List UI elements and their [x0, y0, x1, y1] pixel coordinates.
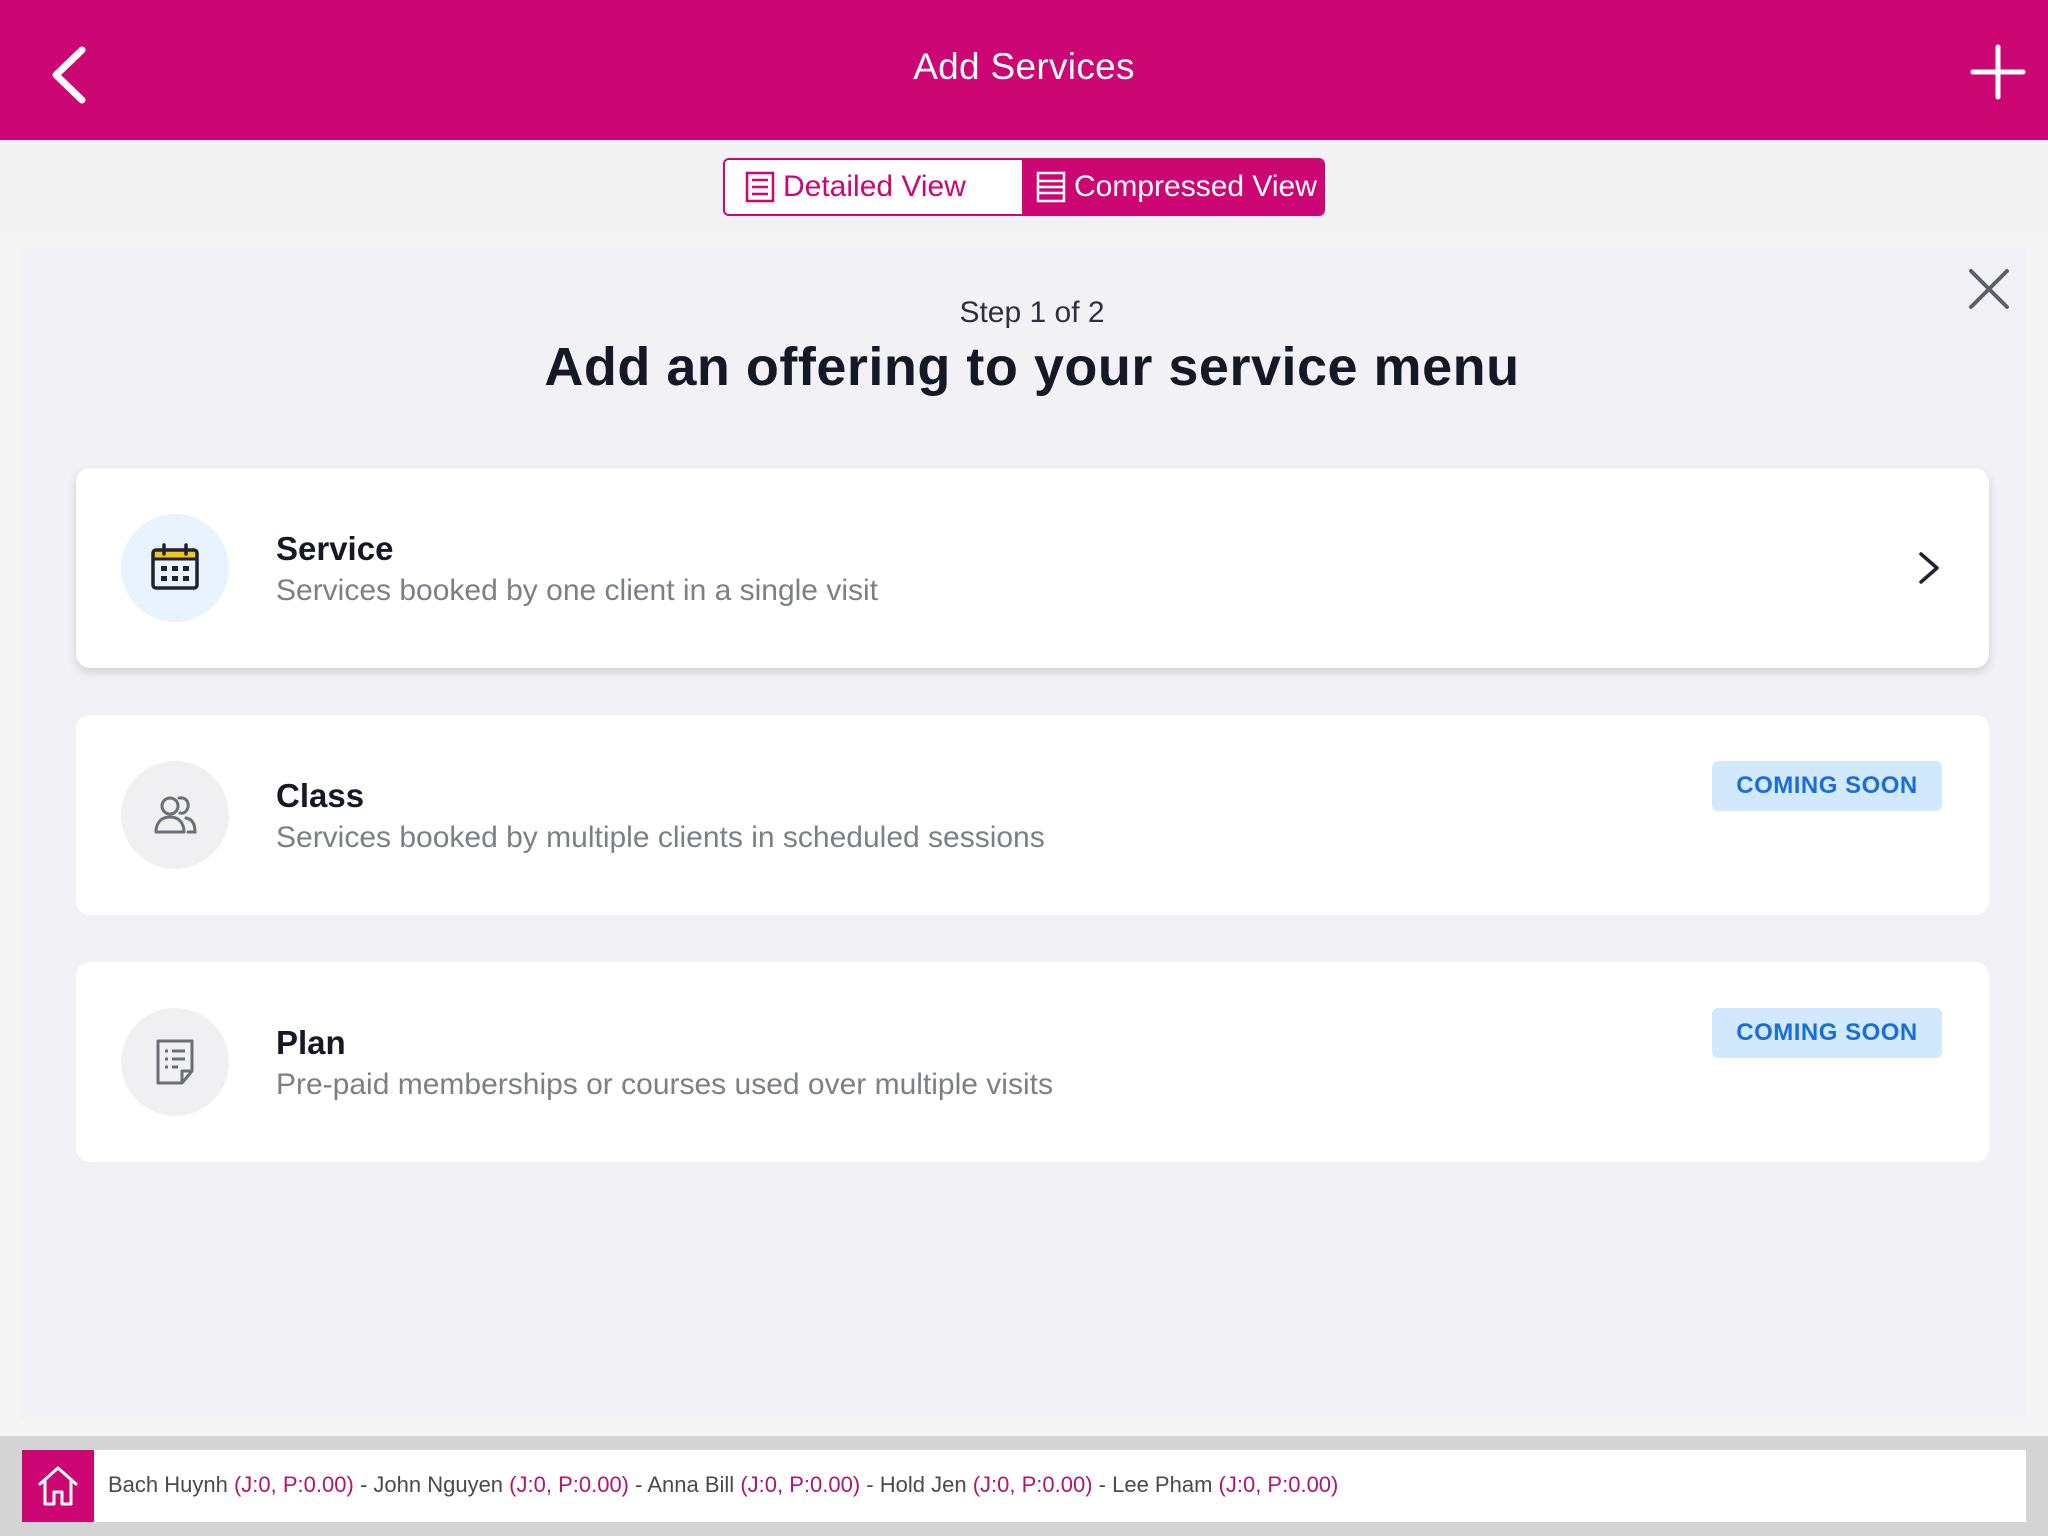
view-toggle-bar: Detailed View Compressed View: [0, 140, 2048, 232]
detailed-view-button[interactable]: Detailed View: [725, 160, 1022, 214]
compressed-view-label: Compressed View: [1074, 170, 1317, 203]
staff-separator: -: [860, 1472, 880, 1497]
staff-stat: (J:0, P:0.00): [972, 1472, 1093, 1497]
option-card-class[interactable]: Class Services booked by multiple client…: [76, 715, 1989, 915]
option-card-service[interactable]: Service Services booked by one client in…: [76, 468, 1989, 668]
document-icon: [156, 1039, 194, 1085]
detailed-view-label: Detailed View: [783, 170, 966, 203]
option-description: Services booked by one client in a singl…: [276, 574, 878, 607]
option-icon-circle: [121, 514, 229, 622]
option-icon-circle: [121, 761, 229, 869]
staff-name: Lee Pham: [1112, 1472, 1213, 1497]
option-icon-circle: [121, 1008, 229, 1116]
coming-soon-badge: COMING SOON: [1712, 1008, 1942, 1058]
staff-bar: Bach Huynh (J:0, P:0.00) - John Nguyen (…: [22, 1450, 2026, 1522]
step-indicator: Step 1 of 2: [959, 296, 1105, 329]
staff-name: John Nguyen: [373, 1472, 504, 1497]
option-title: Class: [276, 777, 365, 814]
staff-stat: (J:0, P:0.00): [1218, 1472, 1339, 1497]
list-view-icon: [745, 171, 775, 203]
option-title: Plan: [276, 1024, 346, 1061]
staff-stat: (J:0, P:0.00): [233, 1472, 354, 1497]
option-description: Services booked by multiple clients in s…: [276, 821, 1045, 854]
add-button[interactable]: [1970, 44, 2026, 100]
option-description: Pre-paid memberships or courses used ove…: [276, 1068, 1053, 1101]
modal-title: Add an offering to your service menu: [544, 337, 1520, 397]
staff-footer: Bach Huynh (J:0, P:0.00) - John Nguyen (…: [0, 1436, 2048, 1536]
chevron-right-icon: [1919, 552, 1939, 584]
staff-name: Bach Huynh: [108, 1472, 228, 1497]
option-card-plan[interactable]: Plan Pre-paid memberships or courses use…: [76, 962, 1989, 1162]
staff-summary: Bach Huynh (J:0, P:0.00) - John Nguyen (…: [108, 1472, 1338, 1498]
staff-stat: (J:0, P:0.00): [509, 1472, 630, 1497]
home-icon: [38, 1466, 78, 1506]
staff-name: Hold Jen: [879, 1472, 967, 1497]
staff-separator: -: [1092, 1472, 1113, 1497]
page-title: Add Services: [913, 46, 1135, 87]
home-button[interactable]: [22, 1450, 94, 1522]
compressed-view-button[interactable]: Compressed View: [1022, 160, 1323, 214]
staff-name: Anna Bill: [647, 1472, 735, 1497]
users-icon: [154, 796, 197, 834]
view-toggle: Detailed View Compressed View: [723, 158, 1325, 216]
staff-separator: -: [629, 1472, 648, 1497]
compressed-view-icon: [1036, 171, 1066, 203]
staff-separator: -: [353, 1472, 374, 1497]
plus-icon: [1970, 44, 2026, 100]
option-title: Service: [276, 530, 394, 567]
calendar-icon: [151, 543, 199, 590]
staff-stat: (J:0, P:0.00): [740, 1472, 861, 1497]
app-header: Add Services: [0, 0, 2048, 140]
coming-soon-badge: COMING SOON: [1712, 761, 1942, 811]
